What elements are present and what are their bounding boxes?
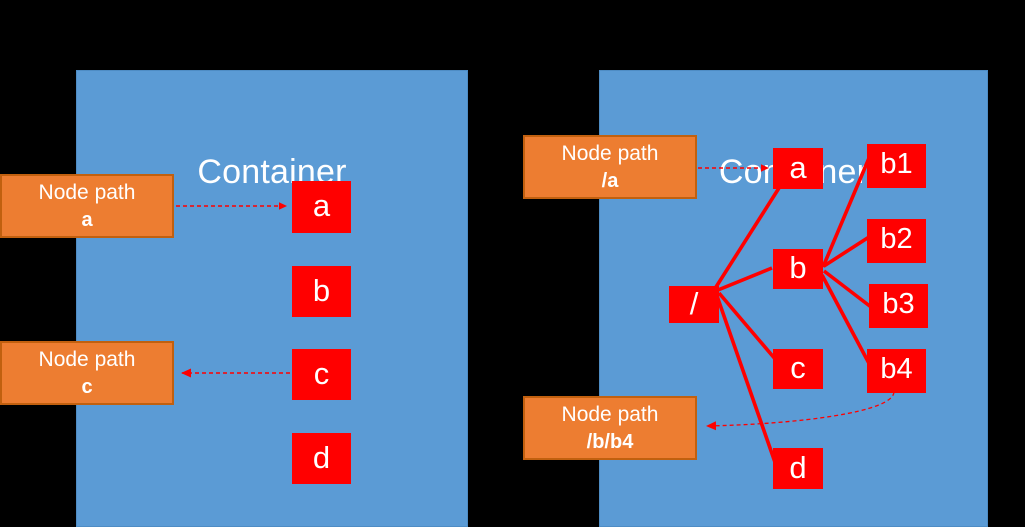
right-node-b3-label: b3 [882, 288, 915, 320]
right-node-b1[interactable]: b1 [867, 144, 926, 188]
left-callout-a-line2: a [81, 208, 93, 231]
left-callout-node-path-a[interactable]: Node path a [0, 174, 174, 238]
right-node-b2-label: b2 [880, 223, 913, 255]
left-callout-c-line1: Node path [38, 348, 136, 372]
right-node-d-label: d [789, 449, 807, 485]
left-node-b[interactable]: b [292, 266, 351, 317]
right-node-b3[interactable]: b3 [869, 284, 928, 328]
right-node-b2[interactable]: b2 [867, 219, 926, 263]
right-node-root-label: / [689, 285, 699, 321]
left-node-c-label: c [313, 355, 330, 391]
right-callout-a-line2: /a [601, 169, 619, 192]
left-callout-node-path-c[interactable]: Node path c [0, 341, 174, 405]
left-node-a[interactable]: a [292, 181, 351, 233]
right-callout-node-path-a[interactable]: Node path /a [523, 135, 697, 199]
left-node-d[interactable]: d [292, 433, 351, 484]
right-node-d[interactable]: d [773, 448, 823, 489]
left-callout-c-line2: c [81, 375, 93, 398]
right-node-b1-label: b1 [880, 148, 913, 180]
right-node-b4[interactable]: b4 [867, 349, 926, 393]
right-node-c-label: c [790, 350, 806, 385]
right-node-b-label: b [789, 250, 807, 285]
right-callout-b4-line2: /b/b4 [586, 430, 634, 453]
left-node-a-label: a [312, 188, 331, 223]
right-callout-a-line1: Node path [561, 142, 659, 166]
right-callout-b4-line1: Node path [561, 403, 659, 427]
right-node-a-label: a [789, 149, 807, 185]
right-node-b[interactable]: b [773, 249, 823, 289]
right-node-root[interactable]: / [669, 286, 719, 323]
right-node-c[interactable]: c [773, 349, 823, 389]
left-container-panel: Container a b c d [76, 70, 468, 527]
right-node-a[interactable]: a [773, 148, 823, 189]
right-node-b4-label: b4 [880, 353, 913, 385]
left-callout-a-line1: Node path [38, 181, 136, 205]
left-node-d-label: d [312, 439, 331, 475]
right-callout-node-path-b4[interactable]: Node path /b/b4 [523, 396, 697, 460]
left-node-c[interactable]: c [292, 349, 351, 400]
diagram-canvas: Container a b c d Node path a Node path … [0, 0, 1025, 527]
left-node-b-label: b [312, 272, 331, 308]
